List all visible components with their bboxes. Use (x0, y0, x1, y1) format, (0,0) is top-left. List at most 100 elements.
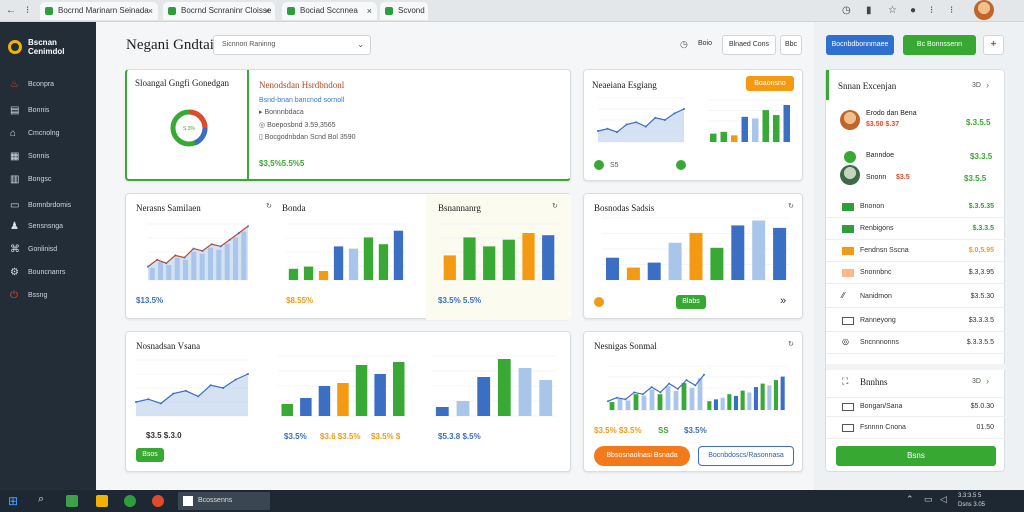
bar (633, 394, 639, 410)
list-item[interactable]: Fendnsn Sscna $.0,5.95 (826, 242, 1006, 262)
header-button-1[interactable]: Boio (692, 35, 718, 55)
list-item[interactable]: Bnonon $.3.5.35 (826, 198, 1006, 218)
info-icon[interactable]: ↻ (552, 202, 558, 210)
browser-tab-2[interactable]: Bocrnd Scnraninr Cloisse × (163, 2, 275, 20)
network-button[interactable]: Bsos (136, 448, 164, 462)
more-icon[interactable]: ⁝ (950, 3, 953, 19)
primary-action-button[interactable]: Bocnbdbonnmaee (826, 35, 894, 55)
sidebar-item-9[interactable]: ⚙ Bouncnanrs (0, 265, 96, 281)
panel-cta-button[interactable]: Bsns (836, 446, 996, 466)
list-item[interactable]: ⁄⁄ Nanidmon $3.5.30 (826, 288, 1006, 308)
sidebar-item-3[interactable]: ⌂ Cmcnolng (0, 126, 96, 142)
app-icon[interactable] (66, 495, 78, 507)
avatar[interactable] (974, 0, 994, 20)
sidebar-item-2[interactable]: ▤ Bonnis (0, 103, 96, 119)
browser-tab-3[interactable]: Bociad Sccnnea × (282, 2, 377, 20)
status-dot-icon (594, 297, 604, 307)
bar (773, 380, 778, 410)
bar (617, 398, 623, 410)
badge-button[interactable]: Boaonsno (746, 76, 794, 91)
point (607, 400, 609, 403)
taskbar-active-app[interactable]: Bcossenns (178, 492, 270, 510)
bar (393, 230, 404, 280)
list-item[interactable]: Fsnnnn Cnona 01.50 (826, 419, 1006, 439)
user-icon[interactable]: ▮ (866, 3, 872, 19)
list-item[interactable]: Ranneyong $3.3.3.5 (826, 312, 1006, 332)
point (201, 249, 204, 252)
info-icon[interactable]: ↻ (788, 340, 794, 348)
sidebar-item-6[interactable]: ▭ Bomnbrdomis (0, 198, 96, 214)
browser-tab-1[interactable]: Bocrnd Marinarn Seinada × (40, 2, 158, 20)
info-icon[interactable]: ↻ (266, 202, 272, 210)
tag-icon (842, 269, 854, 277)
list-item[interactable]: ◎ Sncnnnonns $.3.3.5.5 (826, 334, 1006, 354)
bar (740, 390, 745, 410)
sidebar-item-5[interactable]: ▥ Bongsc (0, 172, 96, 188)
chevron-right-icon[interactable]: › (986, 80, 989, 90)
bar (300, 398, 312, 416)
info-icon[interactable]: ↻ (788, 202, 794, 210)
panel-link[interactable]: 3D (972, 82, 981, 89)
back-icon[interactable]: ← (6, 3, 16, 19)
sidebar-item-10[interactable]: ⏻ Bssng (0, 288, 96, 304)
chevron-up-icon[interactable]: ⌃ (906, 494, 914, 505)
bar (333, 246, 344, 280)
sidebar-item-1[interactable]: ♨ Bconpra (0, 77, 96, 93)
bar (463, 237, 476, 280)
profile-icon[interactable]: ● (910, 3, 916, 19)
segment-secondary-button[interactable]: Bocnbdoscs/Rasonnasa (698, 446, 794, 466)
clock-icon[interactable]: ◷ (680, 39, 688, 50)
grid-icon: ▤ (10, 105, 20, 116)
list-item[interactable]: Renbigons $.3.3.5 (826, 220, 1006, 240)
menu-icon[interactable]: ⁝ (930, 3, 933, 19)
header-button-2[interactable]: Blnaed Cons (722, 35, 776, 55)
close-icon[interactable]: × (148, 2, 153, 20)
point (156, 258, 159, 261)
more-icon[interactable]: ⁝ (26, 3, 29, 19)
chevron-right-icon[interactable]: » (780, 295, 786, 307)
grid-icon[interactable]: ⁜ (983, 35, 1004, 55)
search-icon[interactable]: ⌕ (38, 493, 44, 506)
card-link[interactable]: Bsnd-bnan bancnod sornoll (259, 97, 344, 104)
segment-bar-chart (706, 365, 786, 411)
bar (522, 233, 535, 280)
search-input[interactable]: Sicnnon Raninng ⌄ (213, 35, 371, 55)
chevron-down-icon: ⌄ (357, 40, 364, 49)
bar (668, 242, 682, 280)
card-title: Nesnigas Sonmal (594, 341, 657, 351)
header-button-3[interactable]: Bbc (780, 35, 802, 55)
battery-icon[interactable]: ▭ (924, 494, 933, 505)
windows-icon[interactable]: ⊞ (8, 494, 18, 508)
chrome-icon[interactable] (152, 495, 164, 507)
browser-tab-4[interactable]: Scvond (380, 2, 428, 20)
chevron-right-icon[interactable]: › (986, 376, 989, 386)
clock-icon[interactable]: ◷ (842, 3, 851, 19)
section-link[interactable]: 3D (972, 378, 981, 385)
revenue-value: $13.5% (136, 296, 164, 305)
list-item[interactable]: Bongan/Sana $5.0.30 (826, 397, 1006, 417)
sidebar-item-7[interactable]: ♟ Sensnsnga (0, 219, 96, 235)
secondary-action-button[interactable]: Bc Bonnssenn (903, 35, 976, 55)
browser-icon[interactable] (124, 495, 136, 507)
bar (697, 378, 703, 410)
list-item[interactable]: Snonnbnc $.3,3.95 (826, 264, 1006, 284)
point (683, 108, 685, 110)
sidebar-item-label: Bonnis (28, 107, 50, 114)
sidebar-item-8[interactable]: ⌘ Gonlinisd (0, 242, 96, 258)
segment-card: Nesnigas Sonmal ↻ $3.5% $3.5% SS $3.5% B… (583, 331, 803, 472)
row-value: $.3.5.35 (968, 203, 994, 210)
close-icon[interactable]: × (367, 2, 372, 20)
right-panel: Snnan Excenjan 3D › Erodo dan Bena $3.50… (825, 69, 1006, 472)
promote-button[interactable]: Blabs (676, 295, 706, 309)
bar (689, 232, 703, 280)
bar (689, 387, 695, 410)
overview-card: Sloangal Gngfi Gonedgan S.3% Nenodsdan H… (125, 69, 571, 181)
close-icon[interactable]: × (265, 2, 270, 20)
star-icon[interactable]: ☆ (888, 3, 897, 19)
folder-icon[interactable] (96, 495, 108, 507)
tab-label: Bocrnd Marinarn Seinada (58, 6, 149, 15)
bar (753, 387, 758, 410)
sidebar-item-4[interactable]: ▦ Sonnis (0, 149, 96, 165)
segment-primary-button[interactable]: Bbsosnaolnasi Bsnada (594, 446, 690, 466)
volume-icon[interactable]: ◁ (940, 494, 947, 505)
